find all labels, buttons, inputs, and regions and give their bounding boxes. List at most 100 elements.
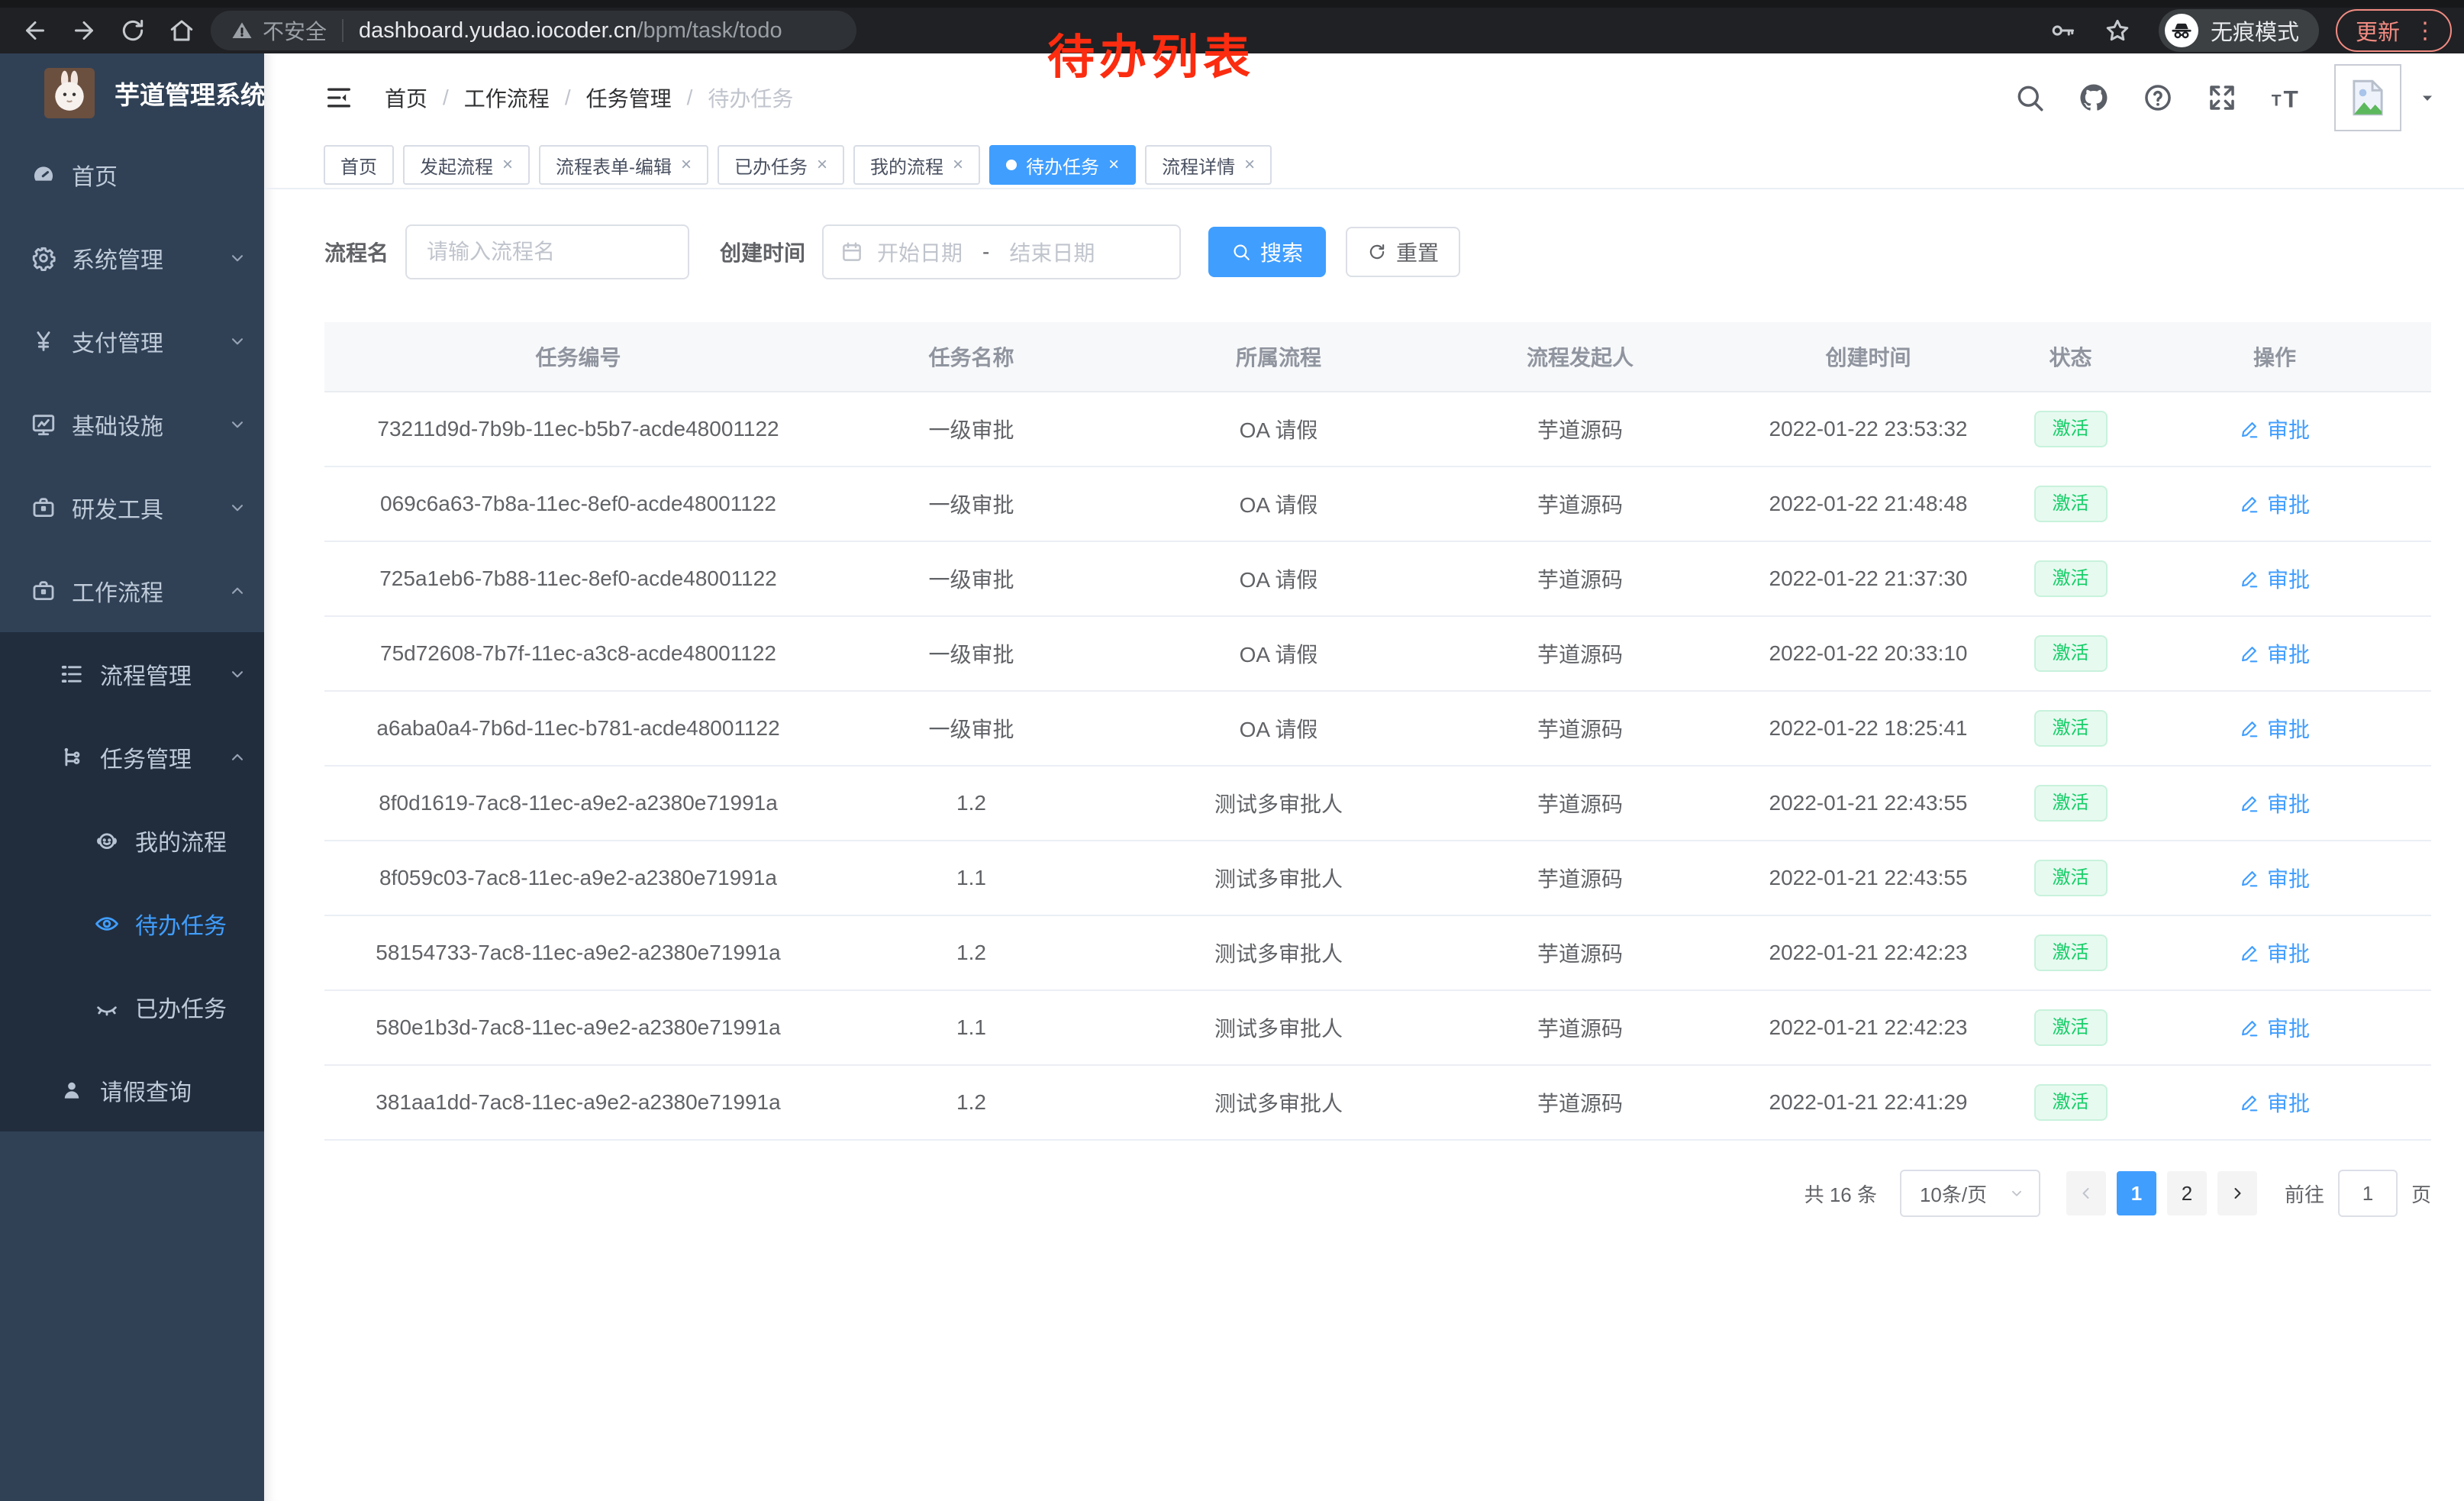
browser-menu-button[interactable]: 更新 ⋮ (2336, 9, 2452, 52)
sidebar-item-10[interactable]: 已办任务 (0, 965, 264, 1048)
cell-name: 1.1 (832, 1015, 1111, 1040)
url-host: dashboard.yudao.iocoder.cn (359, 18, 637, 44)
cell-initiator: 芋道源码 (1446, 788, 1714, 818)
tab-1[interactable]: 发起流程 × (403, 145, 530, 185)
sidebar: 芋道管理系统 首页系统管理支付管理基础设施研发工具工作流程流程管理任务管理我的流… (0, 53, 264, 1501)
tab-4[interactable]: 我的流程× (853, 145, 980, 185)
search-icon[interactable] (2014, 82, 2046, 114)
sidebar-item-5[interactable]: 工作流程 (0, 549, 264, 632)
sidebar-item-6[interactable]: 流程管理 (0, 632, 264, 715)
key-icon[interactable] (2049, 17, 2076, 44)
prev-page-button[interactable] (2066, 1171, 2106, 1215)
close-icon[interactable]: × (502, 154, 513, 176)
approve-label: 审批 (2267, 863, 2310, 893)
status-badge: 激活 (2034, 710, 2108, 747)
app-logo[interactable]: 芋道管理系统 (0, 53, 264, 133)
question-icon[interactable] (2142, 82, 2174, 114)
approve-link[interactable]: 审批 (2240, 788, 2310, 818)
reload-icon[interactable] (108, 11, 157, 50)
caret-down-icon[interactable] (2418, 89, 2437, 107)
tab-5[interactable]: 待办任务× (989, 145, 1136, 185)
process-name-input[interactable] (405, 224, 689, 279)
cell-process: 测试多审批人 (1111, 1087, 1446, 1118)
cell-process: 测试多审批人 (1111, 788, 1446, 818)
sidebar-item-label: 流程管理 (100, 657, 192, 691)
approve-link[interactable]: 审批 (2240, 938, 2310, 968)
arrow-left-icon (2077, 1184, 2095, 1202)
approve-link[interactable]: 审批 (2240, 863, 2310, 893)
sidebar-item-3[interactable]: 基础设施 (0, 383, 264, 466)
approve-link[interactable]: 审批 (2240, 638, 2310, 669)
tab-2[interactable]: 流程表单-编辑× (539, 145, 708, 185)
tab-label: 发起流程 (420, 152, 493, 179)
back-icon[interactable] (11, 11, 60, 50)
tab-3[interactable]: 已办任务 × (718, 145, 844, 185)
magnifier-icon (1231, 242, 1251, 262)
breadcrumb-item[interactable]: 首页 (385, 82, 427, 113)
hamburger-icon[interactable] (324, 82, 354, 113)
home-icon[interactable] (157, 11, 206, 50)
sidebar-item-11[interactable]: 请假查询 (0, 1048, 264, 1131)
tab-label: 已办任务 (734, 152, 808, 179)
cell-initiator: 芋道源码 (1446, 938, 1714, 968)
sidebar-item-9[interactable]: 待办任务 (0, 882, 264, 965)
page-button-1[interactable]: 1 (2117, 1171, 2156, 1215)
sidebar-item-0[interactable]: 首页 (0, 133, 264, 216)
sidebar-item-1[interactable]: 系统管理 (0, 216, 264, 299)
approve-link[interactable]: 审批 (2240, 563, 2310, 594)
chevron-down-icon (227, 331, 247, 351)
approve-link[interactable]: 审批 (2240, 489, 2310, 519)
chevron-down-icon (227, 664, 247, 684)
close-icon[interactable]: × (817, 154, 827, 176)
cell-created: 2022-01-22 20:33:10 (1714, 641, 2023, 666)
edit-icon (2240, 1018, 2259, 1038)
eye-closed-icon (94, 994, 120, 1020)
cell-id: 58154733-7ac8-11ec-a9e2-a2380e71991a (324, 941, 832, 965)
cell-status: 激活 (2023, 934, 2118, 971)
sidebar-item-label: 首页 (72, 158, 118, 192)
edit-icon (2240, 718, 2259, 738)
cell-created: 2022-01-21 22:43:55 (1714, 866, 2023, 890)
tab-6[interactable]: 流程详情× (1145, 145, 1272, 185)
cell-action: 审批 (2118, 638, 2431, 669)
sidebar-item-label: 任务管理 (100, 741, 192, 774)
close-icon[interactable]: × (1244, 154, 1255, 176)
close-icon[interactable]: × (953, 154, 963, 176)
reset-button[interactable]: 重置 (1346, 227, 1460, 277)
approve-link[interactable]: 审批 (2240, 1087, 2310, 1118)
star-icon[interactable] (2104, 17, 2131, 44)
column-header: 状态 (2023, 341, 2118, 372)
approve-link[interactable]: 审批 (2240, 414, 2310, 444)
search-button[interactable]: 搜索 (1208, 227, 1326, 277)
goto-page-input[interactable] (2338, 1170, 2398, 1217)
address-bar[interactable]: 不安全 dashboard.yudao.iocoder.cn /bpm/task… (211, 11, 856, 50)
cell-action: 审批 (2118, 1012, 2431, 1043)
omnibox-divider (342, 19, 343, 42)
eye-icon (94, 911, 120, 937)
page-size-select[interactable]: 10条/页 (1900, 1170, 2040, 1217)
fullscreen-icon[interactable] (2206, 82, 2238, 114)
fontsize-icon[interactable]: TT (2270, 82, 2302, 114)
cell-status: 激活 (2023, 635, 2118, 672)
tab-0[interactable]: 首页 (324, 145, 394, 185)
sidebar-item-2[interactable]: 支付管理 (0, 299, 264, 383)
close-icon[interactable]: × (681, 154, 692, 176)
close-icon[interactable]: × (1108, 154, 1119, 176)
active-tab-dot-icon (1006, 160, 1017, 170)
table-row: 381aa1dd-7ac8-11ec-a9e2-a2380e71991a1.2测… (324, 1066, 2431, 1141)
approve-link[interactable]: 审批 (2240, 1012, 2310, 1043)
github-icon[interactable] (2078, 82, 2110, 114)
breadcrumb-item[interactable]: 任务管理 (586, 82, 672, 113)
breadcrumb-item[interactable]: 工作流程 (464, 82, 550, 113)
sidebar-item-4[interactable]: 研发工具 (0, 466, 264, 549)
date-range-picker[interactable]: 开始日期 - 结束日期 (822, 224, 1181, 279)
page-button-2[interactable]: 2 (2167, 1171, 2207, 1215)
next-page-button[interactable] (2217, 1171, 2257, 1215)
avatar[interactable] (2334, 64, 2401, 131)
sidebar-item-8[interactable]: 我的流程 (0, 799, 264, 882)
forward-icon[interactable] (60, 11, 108, 50)
approve-link[interactable]: 审批 (2240, 713, 2310, 744)
main-area: 首页/工作流程/任务管理/待办任务 TT 首页发起流程×流程表单-编辑×已办任务… (264, 53, 2464, 1501)
cell-process: OA 请假 (1111, 713, 1446, 744)
sidebar-item-7[interactable]: 任务管理 (0, 715, 264, 799)
